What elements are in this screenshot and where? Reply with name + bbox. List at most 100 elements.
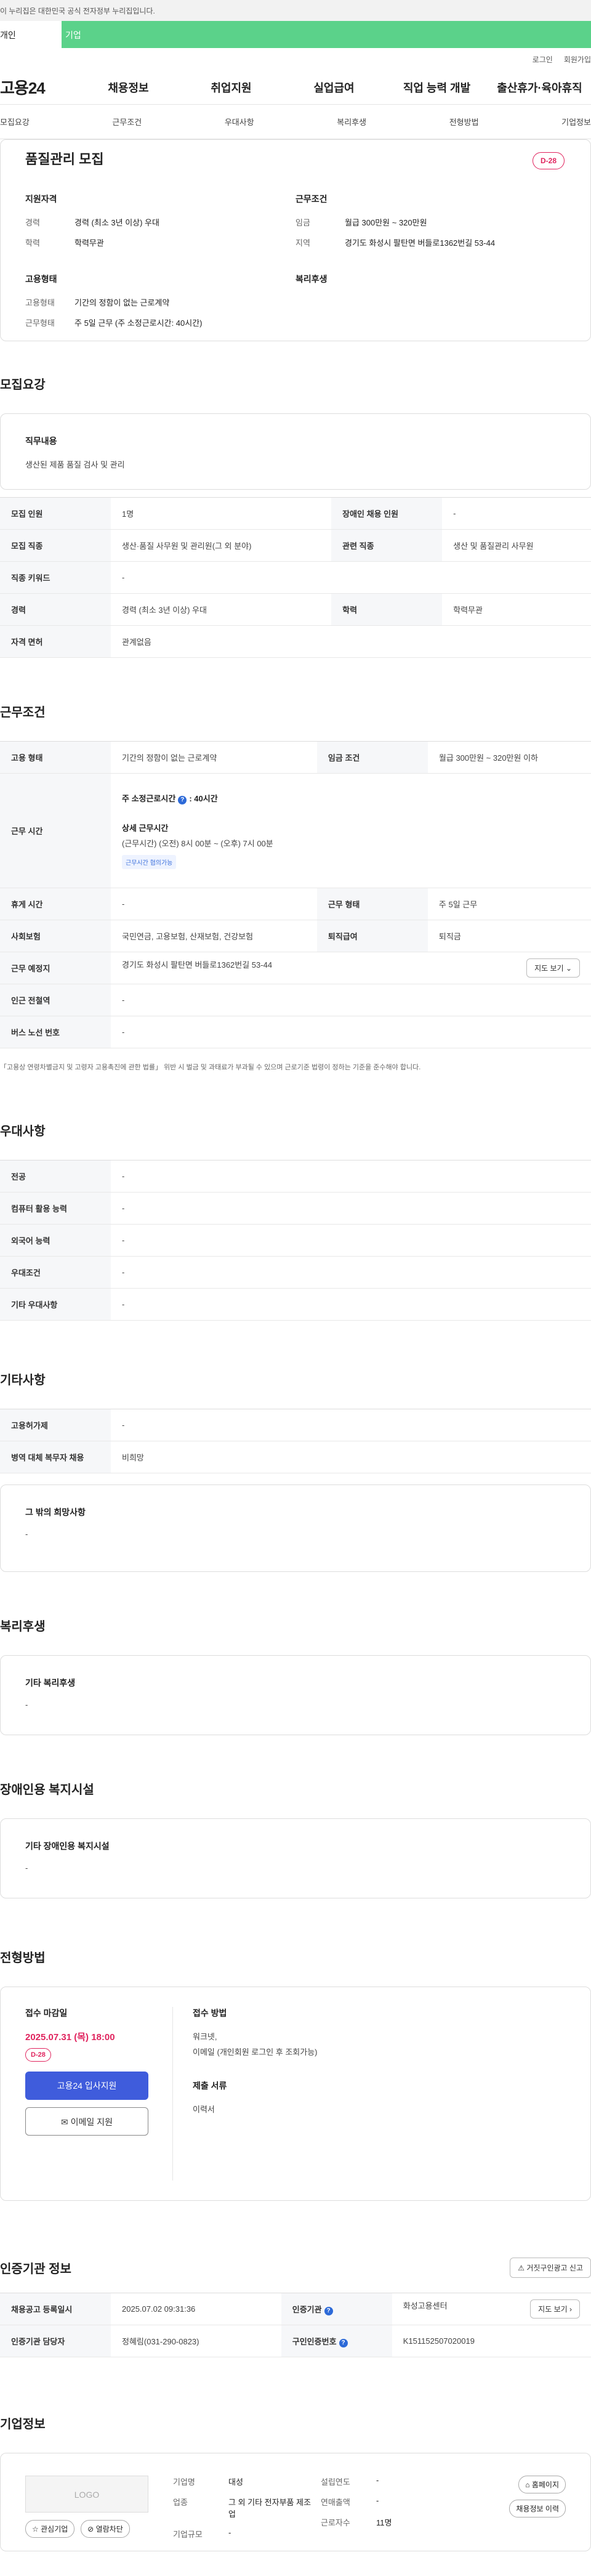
user-type-tabs: 개인 기업	[0, 21, 591, 48]
gnb-unemployment[interactable]: 실업급여	[283, 79, 385, 95]
deadline-heading: 접수 마감일	[25, 2008, 68, 2018]
site-logo[interactable]: 고용24	[0, 76, 77, 99]
place-cell: 경기도 화성시 팔탄면 버들로1362번길 53-44 지도 보기 ⌄	[111, 952, 591, 984]
preference-section-title: 우대사항	[0, 1125, 46, 1138]
cell-value: -	[111, 1160, 591, 1193]
cell-label: 구인인증번호?	[281, 2325, 392, 2357]
gnb-employment-support[interactable]: 취업지원	[180, 79, 283, 95]
signup-link[interactable]: 회원가입	[564, 54, 591, 70]
cell-value: -	[111, 561, 591, 594]
hours-main-label: 주 소정근로시간	[122, 794, 176, 803]
disabled-box: 기타 장애인용 복지시설 -	[0, 1818, 591, 1898]
agency-map-button[interactable]: 지도 보기 ›	[530, 2299, 580, 2319]
cell-label: 컴퓨터 활용 능력	[0, 1192, 111, 1225]
map-button[interactable]: 지도 보기 ⌄	[526, 958, 580, 978]
welfare-section-title: 복리후생	[0, 1620, 46, 1634]
corp-year-value: -	[376, 2476, 379, 2485]
job-title: 품질관리 모집	[25, 152, 104, 167]
corp-staff-label: 근로자수	[321, 2518, 350, 2527]
cell-label: 기타 우대사항	[0, 1288, 111, 1321]
help-icon[interactable]: ?	[324, 2306, 333, 2315]
cell-label: 병역 대체 복무자 채용	[0, 1441, 111, 1473]
homepage-button[interactable]: ⌂ 홈페이지	[518, 2476, 566, 2493]
work-value: 경기도 화성시 팔탄면 버들로1362번길 53-44	[345, 238, 496, 248]
anchor-welfare[interactable]: 복리후생	[337, 116, 366, 128]
recruit-table: 모집 인원 1명 장애인 채용 인원 - 모집 직종 생산·품질 사무원 및 관리원(그…	[0, 497, 591, 658]
corp-box: LOGO ☆ 관심기업 ⊘ 열람차단 기업명 대성 업종 그 외 기타 전자부품 제…	[0, 2453, 591, 2551]
table-row: 컴퓨터 활용 능력 -	[0, 1192, 591, 1225]
cell-label: 임금 조건	[316, 741, 428, 774]
report-button[interactable]: ⚠ 거짓구인광고 신고	[510, 2258, 591, 2278]
welfare-box-heading: 기타 복리후생	[25, 1678, 76, 1688]
cell-label: 관련 직종	[331, 529, 443, 562]
qual-heading: 지원자격	[25, 194, 57, 204]
email-apply-button[interactable]: ✉ 이메일 지원	[25, 2107, 148, 2136]
table-row: 경력 경력 (최소 3년 이상) 우대 학력 학력무관	[0, 593, 591, 626]
table-row: 인근 전철역 -	[0, 984, 591, 1016]
duty-heading: 직무내용	[25, 436, 57, 446]
corp-industry-label: 업종	[173, 2498, 188, 2507]
cell-label: 장애인 채용 인원	[331, 497, 443, 530]
work-table: 고용 형태 기간의 정함이 없는 근로계약 임금 조건 월급 300만원 ~ 320만…	[0, 741, 591, 1048]
corp-staff-value: 11명	[376, 2518, 392, 2527]
anchor-preference[interactable]: 우대사항	[225, 116, 254, 128]
cell-value: K151152507020019	[392, 2325, 591, 2357]
star-icon: ☆	[32, 2525, 39, 2533]
cell-label: 인근 전철역	[0, 984, 111, 1016]
dday-badge: D-28	[532, 152, 565, 169]
welfare-heading: 복리후생	[296, 274, 328, 284]
method-heading: 접수 방법	[193, 2008, 227, 2018]
cell-value: 경력 (최소 3년 이상) 우대	[111, 593, 332, 626]
login-link[interactable]: 로그인	[533, 54, 553, 70]
corp-section-title: 기업정보	[0, 2418, 46, 2431]
tab-corp[interactable]: 기업	[62, 21, 591, 48]
cell-label: 인증기관?	[281, 2293, 392, 2325]
etc-section-title: 기타사항	[0, 1374, 46, 1387]
anchor-nav: 모집요강 근무조건 우대사항 복리후생 전형방법 기업정보	[0, 105, 591, 139]
cell-label: 전공	[0, 1160, 111, 1193]
table-row: 우대조건 -	[0, 1256, 591, 1289]
cell-value: -	[111, 1224, 591, 1257]
gnb-leave[interactable]: 출산휴가·육아휴직	[488, 79, 591, 95]
emp-label: 근무형태	[25, 318, 55, 328]
anchor-screening[interactable]: 전형방법	[449, 116, 479, 128]
anchor-corp[interactable]: 기업정보	[561, 116, 591, 128]
table-row: 사회보험 국민연금, 고용보험, 산재보험, 건강보험 퇴직급여 퇴직금	[0, 920, 591, 952]
table-row: 고용 형태 기간의 정함이 없는 근로계약 임금 조건 월급 300만원 ~ 320만…	[0, 741, 591, 774]
disabled-box-heading: 기타 장애인용 복지시설	[25, 1841, 110, 1851]
table-row: 모집 직종 생산·품질 사무원 및 관리원(그 외 분야) 관련 직종 생산 및 품질…	[0, 529, 591, 562]
help-icon[interactable]: ?	[339, 2338, 348, 2347]
deadline-value: 2025.07.31 (목) 18:00	[25, 2032, 115, 2043]
preference-table: 전공 - 컴퓨터 활용 능력 - 외국어 능력 - 우대조건 - 기타 우대사항 -	[0, 1160, 591, 1321]
emp-label: 고용형태	[25, 298, 55, 307]
cell-value: -	[111, 1016, 591, 1048]
cell-value: -	[111, 1256, 591, 1289]
cell-value: 월급 300만원 ~ 320만원 이하	[427, 741, 591, 774]
cell-label: 모집 인원	[0, 497, 111, 530]
table-row: 고용허가제 -	[0, 1409, 591, 1441]
anchor-work[interactable]: 근무조건	[112, 116, 142, 128]
gnb-jobs[interactable]: 채용정보	[77, 79, 180, 95]
tab-person[interactable]: 개인	[0, 21, 62, 48]
block-button[interactable]: ⊘ 열람차단	[81, 2520, 130, 2538]
cell-value: -	[111, 1288, 591, 1321]
corp-year-label: 설립연도	[321, 2477, 350, 2487]
help-icon[interactable]: ?	[178, 796, 187, 804]
table-row: 자격 면허 관계없음	[0, 625, 591, 658]
table-row: 근무 예정지 경기도 화성시 팔탄면 버들로1362번길 53-44 지도 보기 ⌄	[0, 952, 591, 984]
cell-label: 외국어 능력	[0, 1224, 111, 1257]
work-section-title: 근무조건	[0, 706, 46, 719]
method-value-1: 워크넷,	[193, 2032, 217, 2041]
docs-heading: 제출 서류	[193, 2081, 227, 2091]
cell-value: 2025.07.02 09:31:36	[111, 2293, 281, 2325]
favorite-button[interactable]: ☆ 관심기업	[25, 2520, 75, 2538]
screening-section-title: 전형방법	[0, 1951, 46, 1965]
work-label: 지역	[296, 238, 310, 248]
hours-cell: 주 소정근로시간?: 40시간 상세 근무시간 (근무시간) (오전) 8시 0…	[111, 773, 591, 888]
block-icon: ⊘	[87, 2525, 94, 2533]
apply-button[interactable]: 고용24 입사지원	[25, 2072, 148, 2100]
anchor-recruit[interactable]: 모집요강	[0, 116, 30, 128]
hiring-history-button[interactable]: 채용정보 이력	[509, 2500, 566, 2517]
gnb-training[interactable]: 직업 능력 개발	[385, 79, 488, 95]
qual-value: 경력 (최소 3년 이상) 우대	[74, 218, 159, 227]
